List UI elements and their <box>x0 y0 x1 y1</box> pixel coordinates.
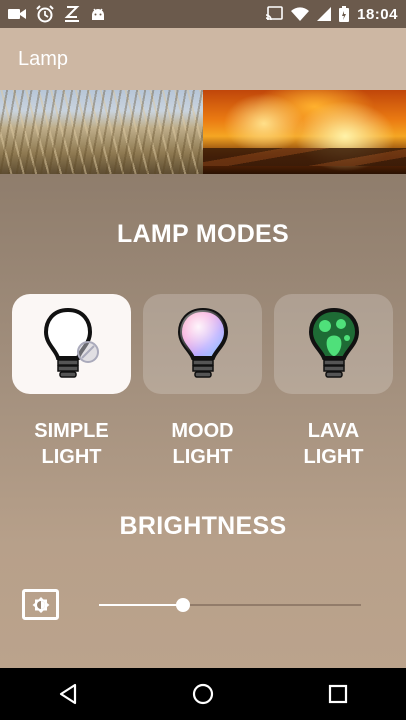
simple-light-bulb-icon <box>43 307 99 378</box>
android-icon <box>92 8 104 20</box>
grass-field-image <box>0 90 203 174</box>
alarm-clock-icon <box>36 5 54 23</box>
battery-icon <box>339 6 350 22</box>
mode-label-simple-light: SIMPLE LIGHT <box>34 420 109 468</box>
status-left-icons <box>8 5 106 23</box>
video-camera-icon <box>8 9 26 19</box>
mode-label-mood-light: MOOD LIGHT <box>171 420 234 468</box>
status-bar: 18:04 <box>0 0 406 28</box>
home-button[interactable] <box>183 674 223 714</box>
brightness-slider[interactable] <box>99 598 361 612</box>
mode-card-lava-light[interactable] <box>274 294 393 394</box>
wifi-icon <box>291 7 310 21</box>
back-button[interactable] <box>48 674 88 714</box>
recents-button[interactable] <box>318 674 358 714</box>
fire-image <box>203 90 406 174</box>
brightness-slider-fill <box>99 604 183 606</box>
mode-label-lava-light: LAVA LIGHT <box>303 420 364 468</box>
signal-icon <box>317 7 332 21</box>
recents-icon <box>329 684 348 704</box>
main-content: LAMP MODES SIMPLE LIGHT MOOD LIGHT LAVA … <box>0 174 406 668</box>
home-icon <box>192 683 214 705</box>
brightness-icon <box>22 589 59 620</box>
brightness-slider-thumb[interactable] <box>175 598 190 612</box>
mode-card-mood-light[interactable] <box>143 294 262 394</box>
lava-light-bulb-icon <box>308 307 359 378</box>
mode-card-simple-light[interactable] <box>12 294 131 394</box>
brightness-title: BRIGHTNESS <box>119 512 287 540</box>
cast-icon <box>265 6 283 21</box>
back-icon <box>59 683 76 705</box>
app-bar: Lamp <box>0 28 406 90</box>
status-time: 18:04 <box>357 5 398 23</box>
navigation-bar <box>0 668 406 720</box>
lamp-modes-title: LAMP MODES <box>117 220 289 248</box>
sleep-icon <box>64 6 80 22</box>
hero-banner <box>0 90 406 174</box>
status-right-icons: 18:04 <box>265 6 398 23</box>
mood-light-bulb-icon <box>177 307 228 378</box>
app-title: Lamp <box>18 47 69 70</box>
